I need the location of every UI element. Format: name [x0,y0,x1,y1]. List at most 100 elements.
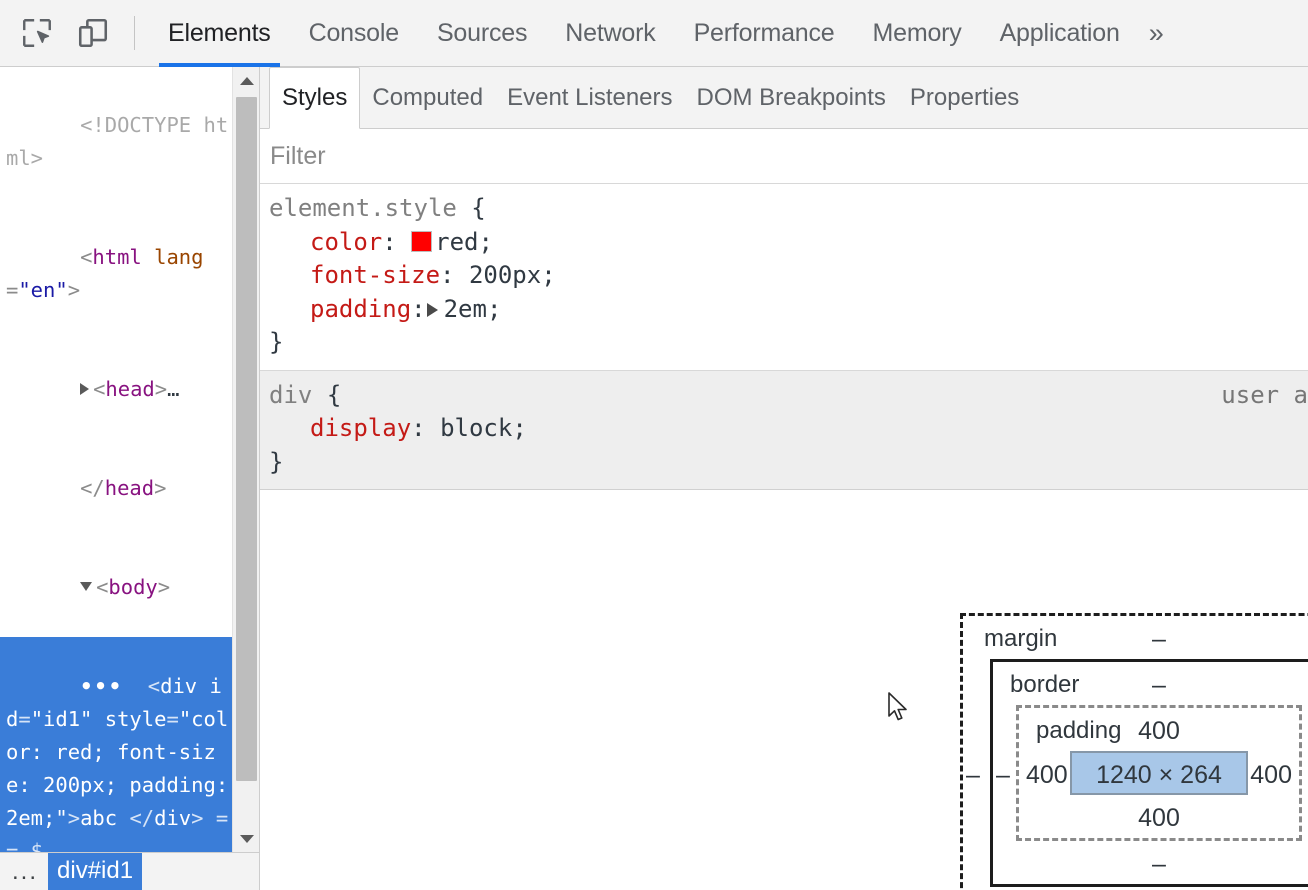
declaration-display[interactable]: display: block; [269,412,1308,446]
open-brace-1: { [471,194,486,222]
breadcrumb: ... div#id1 [0,852,259,890]
rule-selector-line: element.style { [269,192,1308,226]
tab-sources-label: Sources [436,18,528,47]
semi-1: ; [478,227,493,256]
tab-dom-breakpoints[interactable]: DOM Breakpoints [685,67,898,128]
tab-styles-label: Styles [282,84,348,111]
div-tag-name: div [160,674,198,698]
scroll-down-arrow-icon[interactable] [233,825,260,852]
dom-ellipsis-badge[interactable]: ••• [80,670,123,703]
margin-left-value[interactable]: – [966,761,980,790]
value-red[interactable]: red [435,228,478,256]
prop-color[interactable]: color [310,228,382,256]
colon-2: : [440,261,455,289]
value-200px[interactable]: 200px [469,261,541,289]
prop-padding[interactable]: padding [310,295,411,323]
semi-3: ; [486,294,502,323]
dom-line-head-close[interactable]: </head> [0,439,232,538]
styles-panel: Styles Computed Event Listeners DOM Brea… [260,67,1308,890]
declaration-font-size[interactable]: font-size: 200px; [269,259,1308,293]
scroll-up-arrow-icon[interactable] [233,67,260,94]
padding-top-value[interactable]: 400 [1016,717,1302,746]
style-filter-input[interactable]: Filter [260,129,1308,184]
html-lang-attr: lang [154,245,204,269]
user-agent-stylesheet-label: user a [1221,380,1308,409]
tab-performance-label: Performance [693,18,835,47]
padding-right-value[interactable]: 400 [1250,761,1292,790]
dom-line-div-selected[interactable]: ••• <div id="id1" style="color: red; fon… [0,637,232,852]
close-brace-1: } [269,328,284,356]
dom-line-doctype[interactable]: <!DOCTYPE html> [0,76,232,208]
more-tabs-chevron-icon[interactable]: » [1139,0,1178,67]
dom-line-head[interactable]: <head>… [0,340,232,439]
styles-panel-tabs: Styles Computed Event Listeners DOM Brea… [260,67,1308,129]
tab-elements-label: Elements [168,18,271,47]
border-left-value[interactable]: – [996,761,1010,790]
css-rule-div-user-agent[interactable]: user a div { display: block; } [260,369,1308,490]
more-tabs-label: » [1148,17,1164,48]
prop-font-size[interactable]: font-size [310,261,440,289]
scrollbar-thumb[interactable] [236,97,257,781]
tab-memory[interactable]: Memory [853,0,980,67]
value-block[interactable]: block [440,414,512,442]
expand-triangle-icon[interactable] [80,383,90,395]
inspect-element-icon[interactable] [14,10,60,56]
value-2em[interactable]: 2em [444,295,487,323]
selector-div[interactable]: div [269,381,312,409]
tab-event-listeners[interactable]: Event Listeners [495,67,684,128]
tab-event-listeners-label: Event Listeners [507,83,673,111]
open-brace-2: { [326,380,342,409]
colon-1: : [382,227,397,256]
tab-memory-label: Memory [872,18,962,47]
device-toolbar-icon[interactable] [70,10,116,56]
dom-line-html[interactable]: <html lang="en"> [0,208,232,340]
tab-application[interactable]: Application [981,0,1139,67]
padding-left-value[interactable]: 400 [1026,761,1068,790]
expand-shorthand-triangle-icon[interactable] [426,302,438,317]
padding-bottom-value[interactable]: 400 [1016,804,1302,833]
tab-computed[interactable]: Computed [360,67,495,128]
div-style-attr: style [104,707,167,731]
div-text-content: abc [80,806,118,830]
tab-elements[interactable]: Elements [149,0,290,67]
selector-element-style[interactable]: element.style [269,194,457,222]
breadcrumb-item-div-id1[interactable]: div#id1 [48,853,143,890]
color-swatch-red[interactable] [411,230,433,252]
content-size-value[interactable]: 1240 × 264 [1070,761,1248,790]
box-model-diagram: margin border padding – – – – – – – – 40… [960,613,1308,890]
style-filter-placeholder: Filter [270,141,326,170]
tab-console[interactable]: Console [290,0,418,67]
panel-tabs: Elements Console Sources Network Perform… [149,0,1178,67]
tab-network-label: Network [565,18,656,47]
collapse-triangle-icon[interactable] [80,582,93,591]
declaration-padding[interactable]: padding: 2em; [269,293,1308,327]
border-bottom-value[interactable]: – [990,850,1308,879]
dom-tree[interactable]: <!DOCTYPE html> <html lang="en"> <head>…… [0,67,232,852]
prop-display[interactable]: display [310,414,411,442]
margin-top-value[interactable]: – [960,625,1308,654]
toolbar-divider [134,16,135,50]
tab-network[interactable]: Network [546,0,674,67]
declaration-color[interactable]: color: red; [269,226,1308,260]
rule-selector-line-2: div { [269,379,1308,413]
colon-4: : [411,414,426,442]
dom-tree-scrollbar[interactable] [232,67,259,852]
tab-styles[interactable]: Styles [269,67,361,129]
head-ellipsis: … [167,377,180,401]
tab-computed-label: Computed [372,83,484,111]
border-top-value[interactable]: – [990,671,1308,700]
semi-4: ; [512,414,527,442]
tab-console-label: Console [308,18,400,47]
tab-properties-label: Properties [909,83,1020,111]
tab-dom-breakpoints-label: DOM Breakpoints [696,83,886,111]
doctype-text: <!DOCTYPE html> [6,113,229,170]
dom-line-body[interactable]: <body> [0,538,232,637]
tab-sources[interactable]: Sources [418,0,546,67]
breadcrumb-ellipsis[interactable]: ... [0,859,48,883]
devtools-window: Elements Console Sources Network Perform… [0,0,1308,890]
tab-properties[interactable]: Properties [898,67,1031,128]
css-rule-element-style[interactable]: element.style { color: red; font-size: 2… [260,184,1308,370]
colon-3: : [411,294,426,323]
tab-performance[interactable]: Performance [675,0,854,67]
html-tag-name: html [92,245,142,269]
